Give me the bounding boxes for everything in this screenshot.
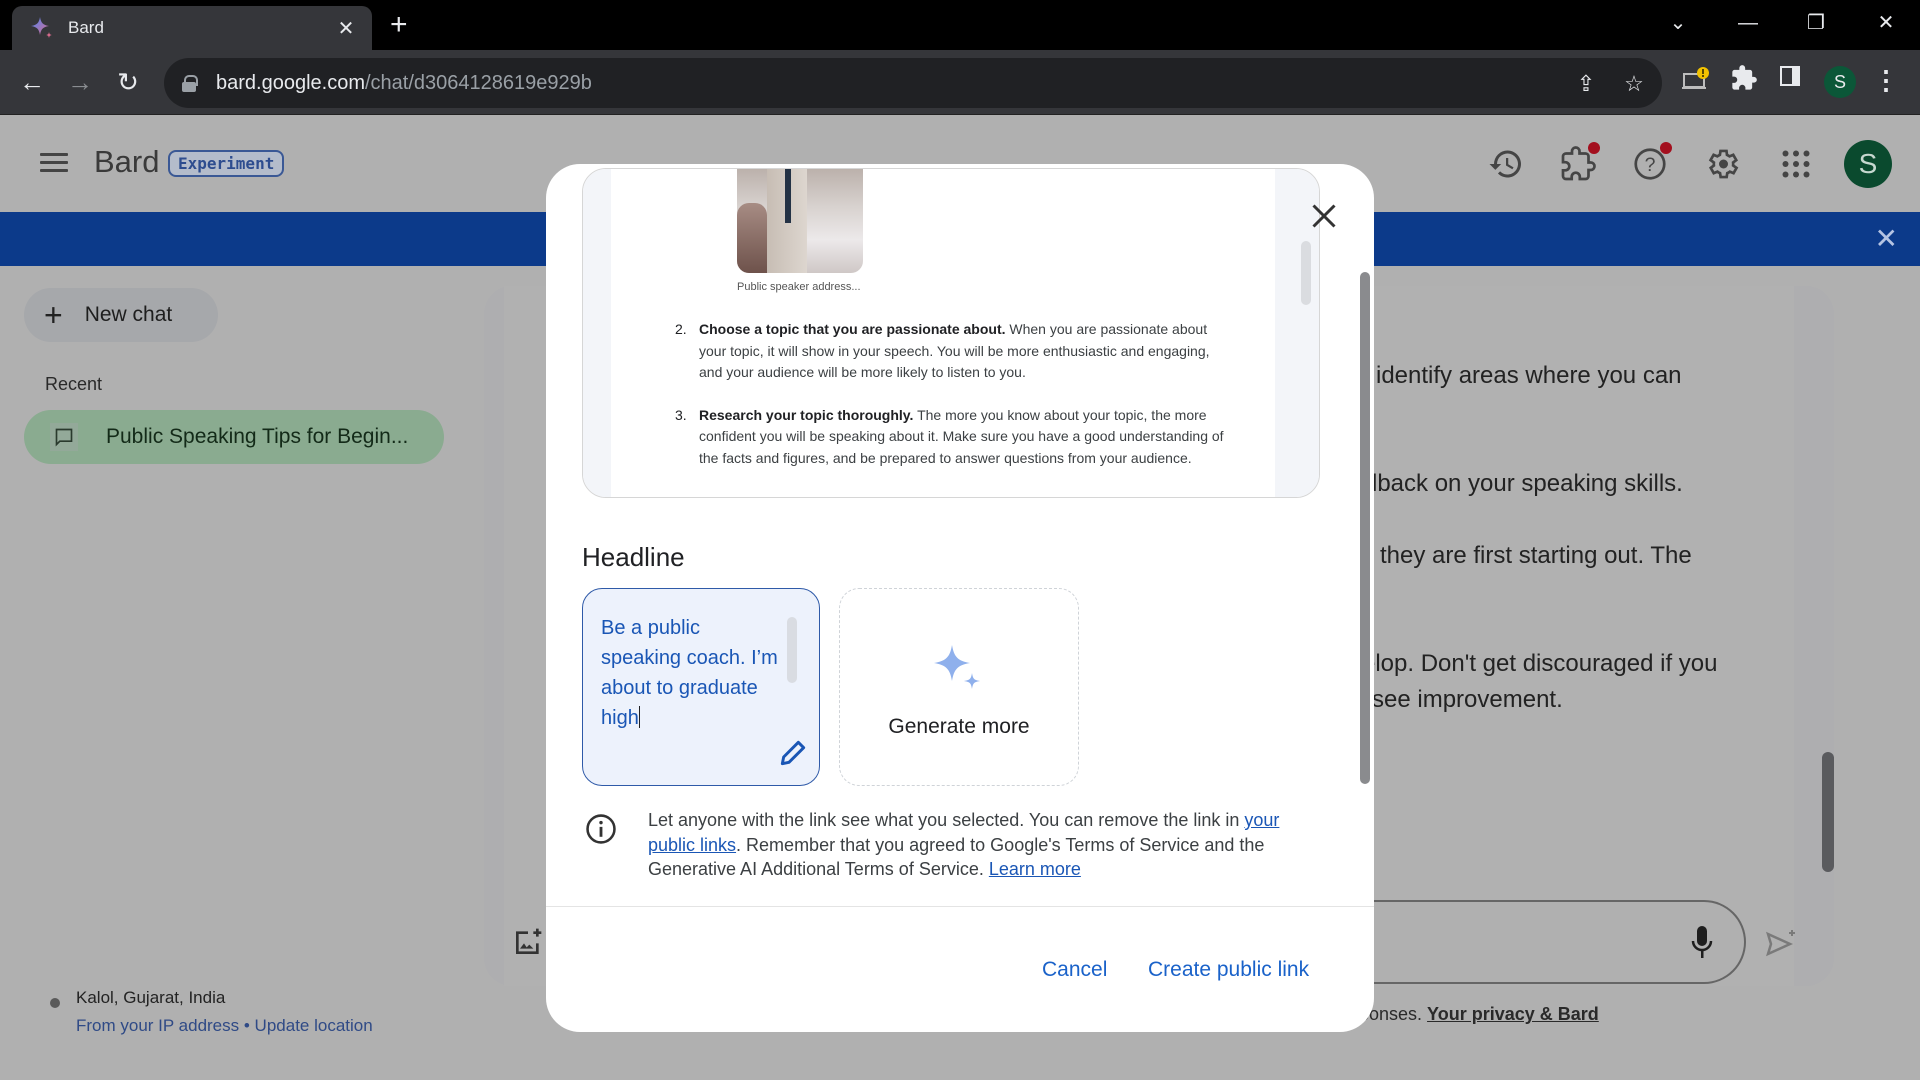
address-bar[interactable]: bard.google.com/chat/d3064128619e929b ⇪ … bbox=[164, 58, 1662, 108]
browser-menu-kebab-icon[interactable]: ⋮ bbox=[1870, 64, 1902, 96]
headline-scrollbar[interactable] bbox=[787, 617, 797, 683]
text-caret bbox=[638, 706, 641, 728]
headline-title: Headline bbox=[582, 542, 685, 572]
send-icon[interactable] bbox=[1762, 926, 1798, 962]
learn-more-link[interactable]: Learn more bbox=[989, 859, 1081, 879]
tab-search-chevron-icon[interactable]: ⌄ bbox=[1658, 8, 1698, 38]
recent-chat-title: Public Speaking Tips for Begin... bbox=[106, 425, 409, 448]
preview-scrollbar[interactable] bbox=[1301, 241, 1311, 305]
list-item-heading: Research your topic thoroughly. bbox=[699, 406, 914, 423]
privacy-link[interactable]: Your privacy & Bard bbox=[1427, 1004, 1599, 1024]
browser-profile-avatar[interactable]: S bbox=[1824, 66, 1856, 98]
forward-arrow-icon[interactable]: → bbox=[62, 64, 98, 100]
image-upload-icon[interactable] bbox=[512, 926, 544, 958]
svg-text:?: ? bbox=[1645, 154, 1656, 176]
browser-tab[interactable]: Bard ✕ bbox=[12, 6, 372, 50]
response-text-line: elop. Don't get discouraged if you bbox=[1362, 650, 1718, 677]
response-text-line: lback on your speaking skills. bbox=[1372, 470, 1683, 497]
tips-list: 2. Choose a topic that you are passionat… bbox=[675, 319, 1235, 490]
ip-address-link[interactable]: From your IP address bbox=[76, 1016, 239, 1035]
share-dialog: Public speaker address... 2. Choose a to… bbox=[546, 164, 1374, 1032]
browser-toolbar: ← → ↻ bard.google.com/chat/d3064128619e9… bbox=[0, 50, 1920, 115]
list-item-heading: Choose a topic that you are passionate a… bbox=[699, 321, 1006, 337]
bard-sparkle-icon bbox=[31, 17, 52, 38]
main-menu-hamburger-icon[interactable] bbox=[40, 153, 68, 173]
extensions-icon[interactable] bbox=[1560, 142, 1600, 182]
plus-icon: + bbox=[44, 297, 63, 333]
account-avatar[interactable]: S bbox=[1844, 140, 1892, 188]
response-text-line: see improvement. bbox=[1372, 686, 1563, 713]
headline-value: Be a public speaking coach. I’m about to… bbox=[601, 617, 778, 729]
help-icon[interactable]: ? bbox=[1632, 142, 1672, 182]
new-chat-button[interactable]: + New chat bbox=[24, 288, 218, 342]
recent-heading: Recent bbox=[45, 374, 103, 394]
speaker-image bbox=[737, 169, 863, 273]
window-close-button[interactable]: ✕ bbox=[1866, 8, 1906, 38]
sparkle-icon bbox=[934, 645, 980, 689]
dialog-divider bbox=[546, 906, 1374, 907]
list-item: 3. Research your topic thoroughly. The m… bbox=[675, 405, 1235, 470]
banner-close-icon[interactable]: ✕ bbox=[1875, 222, 1898, 255]
preview-content: Public speaker address... 2. Choose a to… bbox=[611, 169, 1275, 497]
create-public-link-button[interactable]: Create public link bbox=[1148, 958, 1309, 982]
image-caption: Public speaker address... bbox=[737, 281, 861, 293]
disclaimer-text: Let anyone with the link see what you se… bbox=[648, 810, 1245, 830]
update-location-link[interactable]: Update location bbox=[255, 1016, 373, 1035]
tab-title: Bard bbox=[68, 18, 104, 37]
experiment-badge: Experiment bbox=[168, 150, 285, 177]
list-number: 2. bbox=[675, 321, 687, 337]
url-path: /chat/d3064128619e929b bbox=[364, 71, 592, 94]
location-city: Kalol, Gujarat, India bbox=[76, 988, 226, 1007]
microphone-icon[interactable] bbox=[1690, 924, 1714, 960]
headline-input[interactable]: Be a public speaking coach. I’m about to… bbox=[601, 613, 781, 729]
separator-dot: • bbox=[239, 1016, 255, 1035]
google-apps-grid-icon[interactable] bbox=[1778, 146, 1814, 182]
tab-close-icon[interactable]: ✕ bbox=[334, 16, 358, 41]
security-warning-icon[interactable] bbox=[1680, 64, 1712, 96]
generate-more-button[interactable]: Generate more bbox=[839, 588, 1079, 786]
lock-icon bbox=[182, 75, 198, 92]
preview-gutter bbox=[583, 169, 611, 497]
new-chat-label: New chat bbox=[84, 303, 173, 326]
headline-editor[interactable]: Be a public speaking coach. I’m about to… bbox=[582, 588, 820, 786]
back-arrow-icon[interactable]: ← bbox=[14, 64, 50, 100]
generate-more-label: Generate more bbox=[888, 715, 1030, 738]
chat-bubble-icon bbox=[50, 423, 78, 451]
dialog-scrollbar[interactable] bbox=[1360, 272, 1370, 784]
disclaimer-text: . Remember that you agreed to Google's T… bbox=[648, 834, 1265, 880]
settings-gear-icon[interactable] bbox=[1704, 146, 1740, 182]
restore-button[interactable]: ❐ bbox=[1796, 8, 1836, 38]
extensions-puzzle-icon[interactable] bbox=[1728, 64, 1760, 96]
url-host: bard.google.com bbox=[216, 71, 365, 94]
list-number: 3. bbox=[675, 406, 687, 423]
new-tab-button[interactable]: + bbox=[390, 10, 408, 40]
location-dot-icon bbox=[50, 998, 60, 1008]
response-text-line: they are first starting out. The bbox=[1380, 542, 1692, 569]
history-icon[interactable] bbox=[1488, 146, 1524, 182]
notification-dot bbox=[1588, 142, 1600, 154]
dialog-close-icon[interactable] bbox=[1306, 198, 1342, 234]
list-item: 2. Choose a topic that you are passionat… bbox=[675, 319, 1235, 384]
cancel-button[interactable]: Cancel bbox=[1042, 958, 1107, 982]
side-panel-icon[interactable] bbox=[1774, 64, 1806, 96]
info-icon bbox=[584, 812, 618, 846]
bookmark-star-icon[interactable]: ☆ bbox=[1620, 70, 1648, 98]
reload-icon[interactable]: ↻ bbox=[110, 64, 146, 100]
share-icon[interactable]: ⇪ bbox=[1572, 70, 1600, 98]
share-disclaimer: Let anyone with the link see what you se… bbox=[648, 808, 1328, 882]
minimize-button[interactable]: — bbox=[1728, 8, 1768, 38]
bard-logo: Bard bbox=[94, 144, 160, 179]
share-preview[interactable]: Public speaker address... 2. Choose a to… bbox=[582, 168, 1320, 498]
edit-pencil-icon[interactable] bbox=[777, 737, 809, 769]
browser-tab-strip: Bard ✕ + ⌄ — ❐ ✕ bbox=[0, 0, 1920, 50]
privacy-notice: sponses. Your privacy & Bard bbox=[1350, 1004, 1599, 1025]
response-text-line: identify areas where you can bbox=[1376, 362, 1682, 389]
recent-chat-item[interactable]: Public Speaking Tips for Begin... bbox=[24, 410, 444, 464]
notification-dot bbox=[1660, 142, 1672, 154]
chat-scrollbar[interactable] bbox=[1822, 752, 1834, 872]
